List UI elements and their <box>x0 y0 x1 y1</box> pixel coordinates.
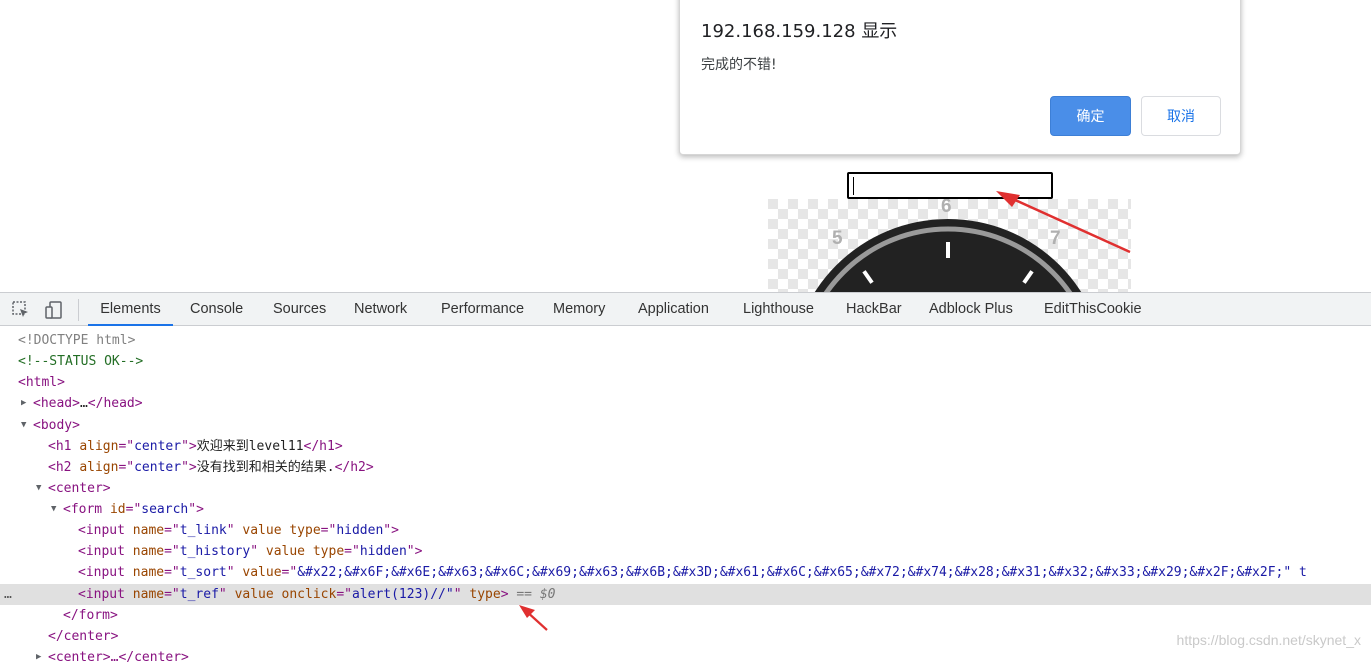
input2-attrs: value type <box>265 544 345 559</box>
h2-attr: align <box>79 460 119 475</box>
page-viewport: 5 6 7 192.168.159.128 显示 完成的不错! 确定 取消 <box>0 0 1371 292</box>
tab-network[interactable]: Network <box>354 293 407 326</box>
dom-node-input-t-ref[interactable]: … <input name="t_ref" value onclick="ale… <box>0 584 1371 605</box>
dom-node-input-t-history[interactable]: <input name="t_history" value type="hidd… <box>0 541 1371 562</box>
watermark: https://blog.csdn.net/skynet_x <box>1176 632 1361 648</box>
clock-number-6: 6 <box>941 199 952 217</box>
head-open-tag: <head> <box>33 396 80 411</box>
clock-number-5: 5 <box>832 228 843 249</box>
h1-attr: align <box>79 439 119 454</box>
h1-end: </h1> <box>303 439 343 454</box>
input1-attrs: value type <box>242 523 321 538</box>
form-val: search <box>141 502 189 517</box>
h1-close: "> <box>181 439 197 454</box>
text-caret <box>853 177 854 195</box>
form-attr: id <box>109 502 126 517</box>
h2-close: "> <box>181 460 197 475</box>
input1-name: t_link <box>179 523 227 538</box>
dom-node-center[interactable]: ▼ <center> <box>0 478 1371 499</box>
dom-node-body[interactable]: ▼ <body> <box>0 415 1371 436</box>
devtools-panel: Elements Console Sources Network Perform… <box>0 292 1371 665</box>
h2-end: </h2> <box>334 460 374 475</box>
collapse-triangle-icon[interactable]: ▼ <box>21 415 26 436</box>
h2-eq: =" <box>118 460 135 475</box>
h1-text: 欢迎来到level11 <box>196 439 304 454</box>
tab-application[interactable]: Application <box>638 293 709 326</box>
tab-separator <box>78 299 79 321</box>
dom-node-comment[interactable]: <!--STATUS OK--> <box>0 351 1371 372</box>
dom-node-h1[interactable]: <h1 align="center">欢迎来到level11</h1> <box>0 436 1371 457</box>
tab-lighthouse[interactable]: Lighthouse <box>743 293 814 326</box>
body-tag: <body> <box>33 418 80 433</box>
selected-marker: == $0 <box>516 587 556 602</box>
head-ellipsis: … <box>79 396 88 411</box>
dom-node-head[interactable]: ▶ <head>…</head> <box>0 393 1371 414</box>
alert-dialog: 192.168.159.128 显示 完成的不错! 确定 取消 <box>679 0 1241 155</box>
inspect-element-icon[interactable] <box>11 300 31 320</box>
tab-memory[interactable]: Memory <box>553 293 605 326</box>
collapse-triangle-icon[interactable]: ▼ <box>51 499 56 520</box>
h2-text: 没有找到和相关的结果. <box>196 460 335 475</box>
html-tag: <html> <box>18 375 65 390</box>
tab-performance[interactable]: Performance <box>441 293 524 326</box>
h1-eq: =" <box>118 439 135 454</box>
tab-console[interactable]: Console <box>190 293 243 326</box>
h2-open: <h2 <box>48 460 80 475</box>
collapse-triangle-icon[interactable]: ▼ <box>36 478 41 499</box>
input4-name: t_ref <box>179 587 219 602</box>
devtools-tabbar: Elements Console Sources Network Perform… <box>0 292 1371 326</box>
tab-elements[interactable]: Elements <box>88 293 173 326</box>
center-tag: <center> <box>48 481 111 496</box>
tab-adblock-plus[interactable]: Adblock Plus <box>929 293 1013 326</box>
dom-node-html[interactable]: <html> <box>0 372 1371 393</box>
dom-node-center-close[interactable]: </center> <box>0 626 1371 647</box>
dom-node-form-close[interactable]: </form> <box>0 605 1371 626</box>
input1-type: hidden <box>336 523 384 538</box>
input4-type-attr: type <box>469 587 501 602</box>
dom-node-input-t-link[interactable]: <input name="t_link" value type="hidden"… <box>0 520 1371 541</box>
device-toolbar-icon[interactable] <box>44 300 64 320</box>
comment-text: <!--STATUS OK--> <box>18 354 144 369</box>
expand-triangle-icon[interactable]: ▶ <box>21 393 26 414</box>
cancel-button[interactable]: 取消 <box>1141 96 1221 136</box>
h1-open: <h1 <box>48 439 80 454</box>
dom-node-doctype[interactable]: <!DOCTYPE html> <box>0 330 1371 351</box>
input2-type: hidden <box>359 544 407 559</box>
dom-node-form[interactable]: ▼ <form id="search"> <box>0 499 1371 520</box>
annotation-arrow-input <box>996 191 1131 254</box>
tab-hackbar[interactable]: HackBar <box>846 293 902 326</box>
dom-node-h2[interactable]: <h2 align="center">没有找到和相关的结果.</h2> <box>0 457 1371 478</box>
h2-val: center <box>134 460 182 475</box>
form-open: <form <box>63 502 110 517</box>
doctype-text: <!DOCTYPE html> <box>18 333 136 348</box>
form-eq: =" <box>125 502 142 517</box>
center-close-tag: </center> <box>48 629 119 644</box>
dialog-title: 192.168.159.128 显示 <box>701 21 898 42</box>
h1-val: center <box>134 439 182 454</box>
ok-button[interactable]: 确定 <box>1050 96 1131 136</box>
form-close: "> <box>188 502 204 517</box>
dialog-message: 完成的不错! <box>701 57 777 73</box>
tab-sources[interactable]: Sources <box>273 293 326 326</box>
input2-name: t_history <box>179 544 251 559</box>
input3-name: t_sort <box>179 565 227 580</box>
input4-onclick: alert(123)//" <box>351 587 454 602</box>
head-close-tag: </head> <box>87 396 143 411</box>
form-close-tag: </form> <box>63 608 118 623</box>
dom-node-input-t-sort[interactable]: <input name="t_sort" value="&#x22;&#x6F;… <box>0 562 1371 583</box>
more-options-icon[interactable]: … <box>4 584 12 605</box>
input3-value: &#x22;&#x6F;&#x6E;&#x63;&#x6C;&#x69;&#x6… <box>297 565 1307 580</box>
annotation-arrow-type <box>519 605 548 631</box>
tab-editthiscookie[interactable]: EditThisCookie <box>1044 293 1142 326</box>
